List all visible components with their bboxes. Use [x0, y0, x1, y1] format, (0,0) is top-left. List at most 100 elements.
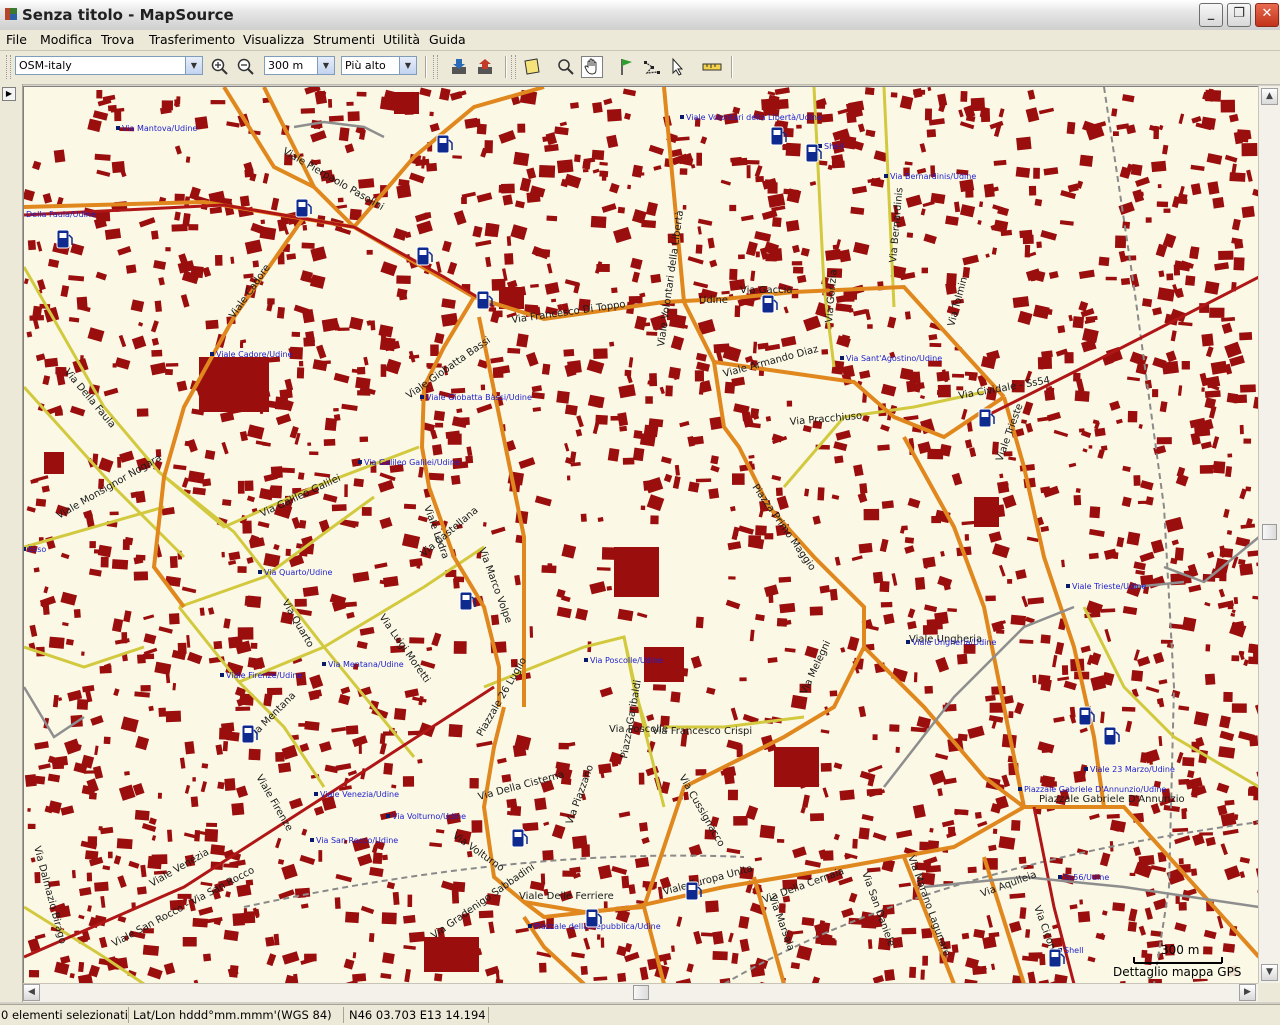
chevron-down-icon[interactable]: ▼ [317, 57, 334, 74]
scroll-right-icon[interactable]: ▶ [1239, 984, 1256, 1001]
menu-trasferimento[interactable]: Trasferimento [149, 32, 235, 47]
poi-marker[interactable] [220, 673, 224, 677]
building [64, 738, 81, 755]
building [519, 177, 532, 192]
close-button[interactable]: ✕ [1255, 3, 1279, 27]
poi-marker[interactable] [1084, 767, 1088, 771]
selection-tool-icon[interactable] [667, 56, 689, 78]
building [383, 576, 399, 588]
chevron-down-icon[interactable]: ▼ [399, 57, 416, 74]
menu-guida[interactable]: Guida [429, 32, 466, 47]
zoom-in-icon[interactable] [209, 56, 231, 78]
building [665, 385, 673, 397]
menu-utilita[interactable]: Utilità [383, 32, 420, 47]
building [1233, 597, 1239, 605]
zoom-level-select[interactable]: 300 m ▼ [264, 56, 335, 75]
poi-marker[interactable] [24, 547, 26, 551]
building [187, 651, 203, 665]
building [652, 684, 666, 691]
building [273, 933, 280, 946]
building [452, 155, 462, 159]
toolbar-grip[interactable] [6, 55, 11, 79]
distance-tool-icon[interactable] [701, 56, 723, 78]
building [180, 294, 190, 308]
map-view[interactable]: Viale Pierpaolo Pasolini Via Francesco Di… [23, 86, 1260, 985]
poi-marker[interactable] [386, 814, 390, 818]
fuel-station-icon[interactable] [295, 198, 312, 218]
poi-marker[interactable] [314, 792, 318, 796]
vertical-scrollbar[interactable]: ▲ ▼ [1258, 86, 1280, 983]
building [36, 279, 46, 291]
route-tool-icon[interactable] [641, 56, 663, 78]
poi-marker[interactable] [584, 658, 588, 662]
horizontal-scroll-thumb[interactable] [633, 985, 649, 1000]
maximize-button[interactable]: ❐ [1227, 3, 1251, 27]
building [309, 674, 324, 690]
building [143, 653, 155, 660]
poi-marker[interactable] [906, 640, 910, 644]
poi-marker[interactable] [210, 352, 214, 356]
poi-marker[interactable] [310, 838, 314, 842]
waypoint-flag-icon[interactable] [615, 56, 637, 78]
send-to-device-icon[interactable] [474, 56, 496, 78]
fuel-station-icon[interactable] [436, 134, 453, 154]
hand-tool-icon[interactable] [581, 56, 603, 78]
expand-panel-icon[interactable]: ▶ [2, 87, 16, 101]
scroll-down-icon[interactable]: ▼ [1261, 964, 1278, 981]
zoom-out-icon[interactable] [235, 56, 257, 78]
map-product-select[interactable]: OSM-italy ▼ [15, 56, 203, 75]
building [113, 688, 120, 697]
scroll-left-icon[interactable]: ◀ [23, 984, 40, 1001]
building [1174, 835, 1191, 845]
fuel-station-icon[interactable] [56, 229, 73, 249]
building [1240, 523, 1256, 529]
building [357, 390, 371, 396]
poi-marker[interactable] [818, 144, 822, 148]
building [962, 254, 979, 266]
detail-level-select[interactable]: Più alto ▼ [341, 56, 417, 75]
poi-marker[interactable] [840, 356, 844, 360]
building [1193, 711, 1209, 727]
building [1087, 956, 1096, 963]
poi-marker[interactable] [116, 126, 120, 130]
building [785, 142, 801, 157]
fuel-station-icon[interactable] [1103, 726, 1120, 746]
building [765, 416, 772, 422]
building [1243, 659, 1249, 667]
fuel-station-icon[interactable] [511, 828, 528, 848]
fuel-station-icon[interactable] [416, 246, 433, 266]
poi-marker[interactable] [322, 662, 326, 666]
fuel-station-icon[interactable] [761, 294, 778, 314]
poi-marker[interactable] [1066, 584, 1070, 588]
map-tool-icon[interactable] [521, 56, 543, 78]
vertical-scroll-thumb[interactable] [1262, 524, 1277, 540]
horizontal-scrollbar[interactable]: ◀ ▶ [23, 983, 1258, 1002]
toolbar-grip[interactable] [511, 55, 516, 79]
zoom-tool-icon[interactable] [555, 56, 577, 78]
poi-marker[interactable] [884, 174, 888, 178]
poi-marker[interactable] [528, 924, 532, 928]
toolbar-grip[interactable] [433, 55, 438, 79]
chevron-down-icon[interactable]: ▼ [185, 57, 202, 74]
menu-strumenti[interactable]: Strumenti [313, 32, 375, 47]
map-canvas[interactable]: Viale Pierpaolo PasoliniVia Francesco Di… [24, 87, 1259, 984]
scroll-up-icon[interactable]: ▲ [1261, 88, 1278, 105]
poi-marker[interactable] [420, 395, 424, 399]
poi-marker[interactable] [680, 115, 684, 119]
building [1079, 899, 1083, 905]
building [404, 968, 411, 983]
building [357, 853, 373, 867]
poi-marker[interactable] [1018, 787, 1022, 791]
poi-marker[interactable] [258, 570, 262, 574]
building [1125, 720, 1133, 733]
minimize-button[interactable]: _ [1199, 3, 1223, 27]
poi-marker[interactable] [1058, 875, 1062, 879]
menu-modifica[interactable]: Modifica [40, 32, 92, 47]
menu-visualizza[interactable]: Visualizza [243, 32, 305, 47]
menu-trova[interactable]: Trova [101, 32, 134, 47]
menu-file[interactable]: File [6, 32, 27, 47]
receive-from-device-icon[interactable] [448, 56, 470, 78]
poi-marker[interactable] [358, 460, 362, 464]
building [646, 714, 655, 722]
building [670, 335, 685, 351]
